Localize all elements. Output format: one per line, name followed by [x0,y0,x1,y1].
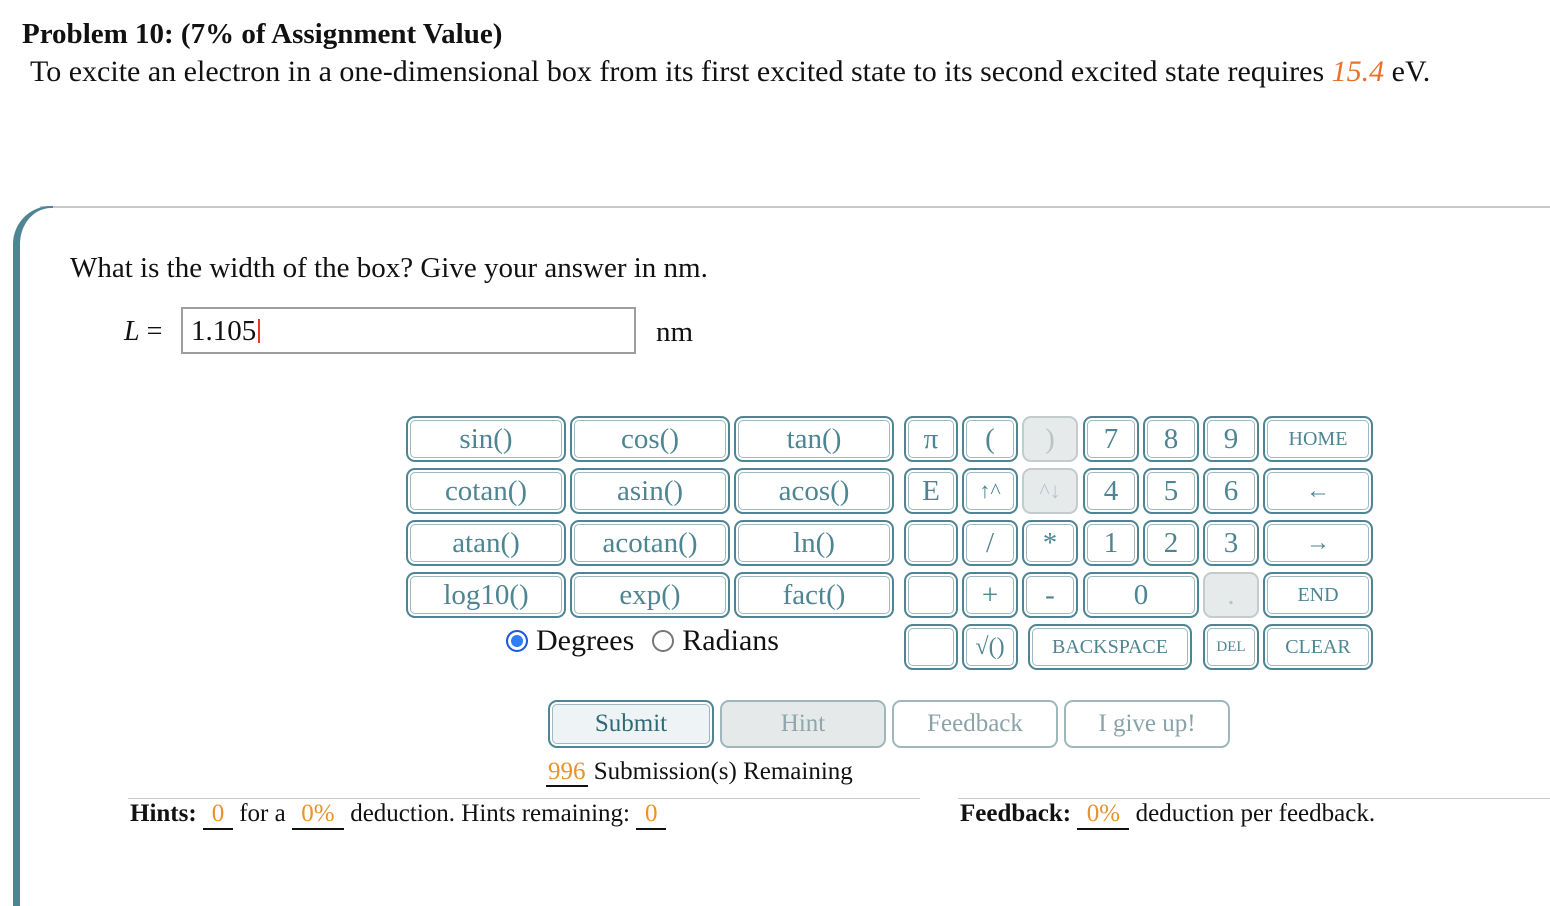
problem-header: Problem 10: (7% of Assignment Value) [22,18,503,50]
key-blank-3[interactable] [904,624,958,670]
key-7[interactable]: 7 [1083,416,1139,462]
answer-variable: L [124,316,140,347]
feedback-divider [958,798,1550,799]
key-acotan[interactable]: acotan() [570,520,730,566]
key-fact[interactable]: fact() [734,572,894,618]
key-clear[interactable]: CLEAR [1263,624,1373,670]
hints-used: 0 [202,800,233,830]
key-9[interactable]: 9 [1203,416,1259,462]
key-right-arrow[interactable]: → [1263,520,1373,566]
feedback-status: Feedback: 0% deduction per feedback. [960,800,1375,830]
submissions-text: Submission(s) Remaining [587,758,853,785]
key-exp[interactable]: exp() [570,572,730,618]
key-acos[interactable]: acos() [734,468,894,514]
hints-divider [128,798,920,799]
degrees-radio[interactable] [506,630,528,652]
text-caret [258,319,261,343]
key-home[interactable]: HOME [1263,416,1373,462]
key-plus[interactable]: + [962,572,1018,618]
key-3[interactable]: 3 [1203,520,1259,566]
submissions-count: 996 [546,758,588,787]
key-atan[interactable]: atan() [406,520,566,566]
hints-label: Hints: [130,800,197,827]
key-divide[interactable]: / [962,520,1018,566]
angle-mode-selector: Degrees Radians [506,624,797,658]
answer-value: 1.105 [191,315,257,347]
key-superscript[interactable]: ↑^ [962,468,1018,514]
key-asin[interactable]: asin() [570,468,730,514]
answer-unit: nm [656,316,694,348]
feedback-deduction: 0% [1077,800,1130,830]
key-2[interactable]: 2 [1143,520,1199,566]
radians-radio[interactable] [652,630,675,652]
key-multiply[interactable]: * [1022,520,1078,566]
key-6[interactable]: 6 [1203,468,1259,514]
equals-sign: = [139,316,163,347]
energy-value: 15.4 [1331,55,1385,88]
feedback-label: Feedback: [960,800,1072,827]
panel-left-bar [13,206,53,906]
answer-input[interactable]: 1.105 [181,307,636,354]
key-4[interactable]: 4 [1083,468,1139,514]
key-1[interactable]: 1 [1083,520,1139,566]
question-prompt: What is the width of the box? Give your … [70,252,708,284]
problem-text-end: eV. [1384,55,1431,88]
key-cos[interactable]: cos() [570,416,730,462]
key-8[interactable]: 8 [1143,416,1199,462]
hints-remaining: 0 [636,800,667,830]
feedback-button[interactable]: Feedback [892,700,1058,748]
key-cotan[interactable]: cotan() [406,468,566,514]
hints-for-a: for a [232,800,292,827]
key-end[interactable]: END [1263,572,1373,618]
feedback-deduction-text: deduction per feedback. [1129,800,1376,827]
key-0[interactable]: 0 [1083,572,1199,618]
key-left-arrow[interactable]: ← [1263,468,1373,514]
key-5[interactable]: 5 [1143,468,1199,514]
key-pi[interactable]: π [904,416,958,462]
key-minus[interactable]: - [1022,572,1078,618]
key-exit-superscript[interactable]: ^↓ [1022,468,1078,514]
submit-button[interactable]: Submit [548,700,714,748]
submissions-remaining: 996 Submission(s) Remaining [546,758,853,787]
hint-deduction-text: deduction. Hints remaining: [343,800,637,827]
hint-deduction: 0% [291,800,344,830]
key-decimal[interactable]: . [1203,572,1259,618]
give-up-button[interactable]: I give up! [1064,700,1230,748]
key-del[interactable]: DEL [1203,624,1259,670]
key-ln[interactable]: ln() [734,520,894,566]
key-blank-2[interactable] [904,572,958,618]
key-sqrt[interactable]: √() [962,624,1018,670]
key-backspace[interactable]: BACKSPACE [1028,624,1192,670]
panel-divider [40,206,1550,208]
answer-label: L = [124,316,162,348]
key-open-paren[interactable]: ( [962,416,1018,462]
problem-text-start: To excite an electron in a one-dimension… [30,55,1332,88]
key-tan[interactable]: tan() [734,416,894,462]
key-log10[interactable]: log10() [406,572,566,618]
hint-button[interactable]: Hint [720,700,886,748]
degrees-label[interactable]: Degrees [536,624,634,658]
problem-statement: To excite an electron in a one-dimension… [30,55,1430,89]
key-sin[interactable]: sin() [406,416,566,462]
hints-status: Hints: 0 for a 0% deduction. Hints remai… [130,800,667,830]
key-blank-1[interactable] [904,520,958,566]
key-close-paren[interactable]: ) [1022,416,1078,462]
key-exponent-e[interactable]: E [904,468,958,514]
radians-label[interactable]: Radians [682,624,779,658]
